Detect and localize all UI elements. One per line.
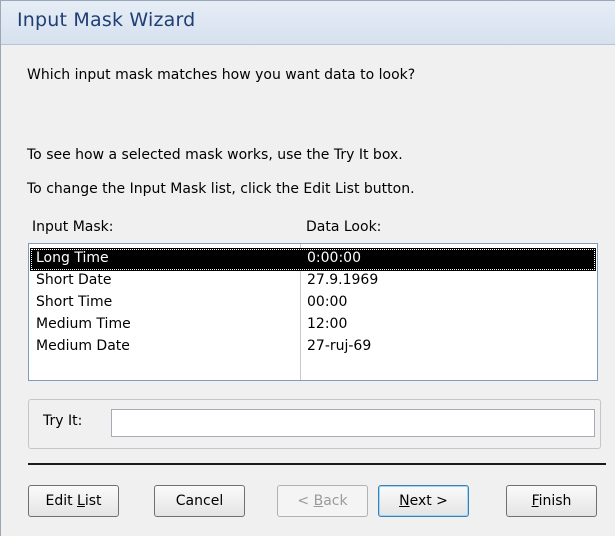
list-item[interactable]: Medium Time 12:00 (30, 314, 596, 337)
list-item-mask: Long Time (36, 250, 109, 266)
input-mask-list[interactable]: Long Time 0:00:00 Short Date 27.9.1969 S… (28, 243, 598, 381)
prompt-text: Which input mask matches how you want da… (27, 67, 416, 83)
hint-edit-list: To change the Input Mask list, click the… (27, 181, 415, 197)
edit-list-label-pre: Edit (45, 493, 78, 509)
list-item-look: 12:00 (307, 316, 348, 332)
next-label-post: ext > (409, 493, 448, 509)
back-label-post: ack (323, 493, 348, 509)
title-bar: Input Mask Wizard (1, 1, 615, 45)
try-it-group: Try It: (28, 399, 601, 449)
try-it-label: Try It: (43, 413, 83, 429)
list-item-look: 00:00 (307, 294, 348, 310)
edit-list-label-post: ist (84, 493, 102, 509)
data-look-column-header: Data Look: (306, 219, 382, 235)
list-item-look: 27.9.1969 (307, 272, 379, 288)
back-accelerator: B (313, 493, 324, 509)
list-item-mask: Short Date (36, 272, 112, 288)
cancel-label: Cancel (175, 493, 224, 509)
list-item[interactable]: Medium Date 27-ruj-69 (30, 336, 596, 359)
finish-accelerator: F (531, 493, 539, 509)
next-accelerator: N (399, 493, 410, 509)
back-label-pre: < (297, 493, 314, 509)
list-item-look: 0:00:00 (307, 250, 361, 266)
try-it-input[interactable] (111, 409, 595, 437)
finish-label-post: inish (538, 493, 572, 509)
list-item-mask: Medium Date (36, 338, 130, 354)
dialog-title: Input Mask Wizard (17, 9, 196, 31)
list-item[interactable]: Long Time 0:00:00 (30, 248, 596, 271)
next-button[interactable]: Next > (378, 485, 469, 517)
list-item-look: 27-ruj-69 (307, 338, 372, 354)
edit-list-accelerator: L (77, 493, 85, 509)
edit-list-button[interactable]: Edit List (28, 485, 119, 517)
input-mask-wizard-dialog: Input Mask Wizard Which input mask match… (0, 0, 615, 536)
back-button[interactable]: < Back (277, 485, 368, 517)
list-item[interactable]: Short Date 27.9.1969 (30, 270, 596, 293)
list-item-mask: Medium Time (36, 316, 131, 332)
list-item[interactable]: Short Time 00:00 (30, 292, 596, 315)
button-separator (28, 463, 606, 465)
hint-try-it: To see how a selected mask works, use th… (27, 147, 403, 163)
input-mask-column-header: Input Mask: (32, 219, 114, 235)
cancel-button[interactable]: Cancel (154, 485, 245, 517)
finish-button[interactable]: Finish (506, 485, 597, 517)
list-item-mask: Short Time (36, 294, 113, 310)
